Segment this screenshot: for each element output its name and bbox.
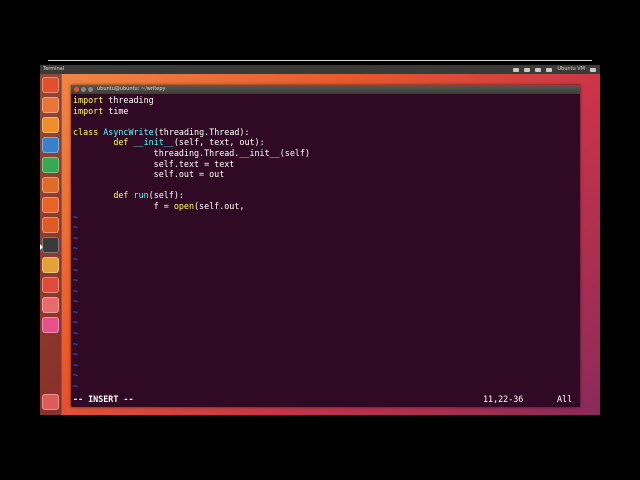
- panel-user-name[interactable]: Ubuntu VM: [557, 65, 585, 74]
- empty-line-tilde: ~: [73, 264, 79, 275]
- empty-line-tilde: ~: [73, 243, 79, 254]
- empty-line-tilde: ~: [73, 381, 79, 392]
- vim-editor-buffer[interactable]: import threading import time class AsyncWr…: [73, 95, 578, 393]
- scroll-percent: All: [557, 394, 573, 404]
- code-token: import: [73, 95, 104, 105]
- writer-icon[interactable]: [42, 137, 59, 153]
- code-token: f =: [73, 200, 174, 211]
- software-center-icon[interactable]: [42, 197, 59, 213]
- vim-mode-indicator: -- INSERT --: [73, 394, 134, 404]
- empty-line-tilde: ~: [73, 275, 79, 286]
- code-line: f = open(self.out,: [73, 201, 578, 212]
- code-token: def: [113, 137, 129, 148]
- code-token: (self, text, out):: [173, 137, 265, 148]
- calc-icon[interactable]: [42, 157, 59, 173]
- impress-icon[interactable]: [42, 177, 59, 193]
- code-line: import time: [73, 106, 578, 117]
- code-line: threading.Thread.__init__(self): [73, 148, 578, 159]
- empty-line-tilde: ~: [73, 211, 79, 222]
- code-token: threading.Thread.__init__(self): [73, 147, 310, 158]
- volume-icon[interactable]: [546, 67, 553, 72]
- code-token: import: [73, 105, 104, 116]
- code-line: self.text = text: [73, 159, 578, 170]
- files-icon[interactable]: [42, 97, 59, 113]
- maximize-icon[interactable]: [88, 87, 93, 92]
- trash-icon[interactable]: [42, 394, 59, 410]
- panel-app-title: Terminal: [43, 66, 65, 72]
- empty-line-tilde: ~: [73, 317, 79, 328]
- code-line: def __init__(self, text, out):: [73, 137, 578, 148]
- code-token: (threading.Thread):: [153, 126, 250, 137]
- code-token: threading: [103, 95, 154, 105]
- empty-line-tilde: ~: [73, 253, 79, 264]
- mail-icon[interactable]: [535, 67, 542, 72]
- terminal-window[interactable]: ubuntu@ubuntu: ~/writepy import threadin…: [71, 85, 580, 407]
- code-token: AsyncWrite: [103, 126, 154, 137]
- code-token: open: [173, 200, 195, 211]
- empty-line-tilde: ~: [73, 338, 79, 349]
- ubuntu-one-icon[interactable]: [42, 217, 59, 233]
- keyboard-icon[interactable]: [513, 67, 520, 72]
- code-token: run: [133, 190, 149, 201]
- workspace-switcher-icon[interactable]: [42, 297, 59, 313]
- code-token: self.out = out: [73, 169, 225, 180]
- power-icon[interactable]: [590, 67, 596, 72]
- window-controls: [74, 87, 93, 92]
- window-titlebar[interactable]: ubuntu@ubuntu: ~/writepy: [71, 85, 580, 94]
- empty-line-tilde: ~: [73, 285, 79, 296]
- code-token: self.text = text: [73, 158, 235, 169]
- close-icon[interactable]: [74, 87, 79, 92]
- empty-line-tilde: ~: [73, 328, 79, 339]
- code-token: (self):: [148, 190, 184, 201]
- system-settings-icon[interactable]: [42, 257, 59, 273]
- help-icon[interactable]: [42, 277, 59, 293]
- minimize-icon[interactable]: [81, 87, 86, 92]
- network-icon[interactable]: [524, 67, 531, 72]
- empty-line-tilde: ~: [73, 359, 79, 370]
- code-token: time: [103, 105, 129, 116]
- empty-line-tilde: ~: [73, 296, 79, 307]
- desktop-screen: Terminal Ubuntu VM ubuntu@ubuntu: ~/writ…: [40, 65, 600, 415]
- code-token: (self.out,: [194, 200, 245, 211]
- firefox-icon[interactable]: [42, 117, 59, 133]
- code-token: class: [73, 126, 99, 137]
- dash-home-icon[interactable]: [42, 77, 59, 93]
- empty-line-tilde: ~: [73, 306, 79, 317]
- launcher: [40, 74, 62, 415]
- empty-line-tilde: ~: [73, 370, 79, 381]
- dvd-icon[interactable]: [42, 317, 59, 333]
- system-tray: Ubuntu VM: [513, 65, 596, 74]
- code-line: class AsyncWrite(threading.Thread):: [73, 127, 578, 138]
- empty-line-tilde: ~: [73, 232, 79, 243]
- cursor-position: 11,22-36: [483, 394, 524, 404]
- terminal-icon[interactable]: [40, 237, 59, 253]
- top-panel: Terminal Ubuntu VM: [40, 65, 600, 74]
- empty-line-tilde: ~: [73, 222, 79, 233]
- code-line: import threading: [73, 95, 578, 106]
- vim-status-line: -- INSERT -- 11,22-36 All: [73, 394, 578, 404]
- code-token: def: [113, 190, 129, 201]
- empty-line-tilde: ~: [73, 349, 79, 360]
- window-title: ubuntu@ubuntu: ~/writepy: [97, 86, 166, 92]
- code-token: __init__: [133, 137, 174, 148]
- code-line: def run(self):: [73, 190, 578, 201]
- code-line: self.out = out: [73, 169, 578, 180]
- top-divider-line: [48, 60, 592, 61]
